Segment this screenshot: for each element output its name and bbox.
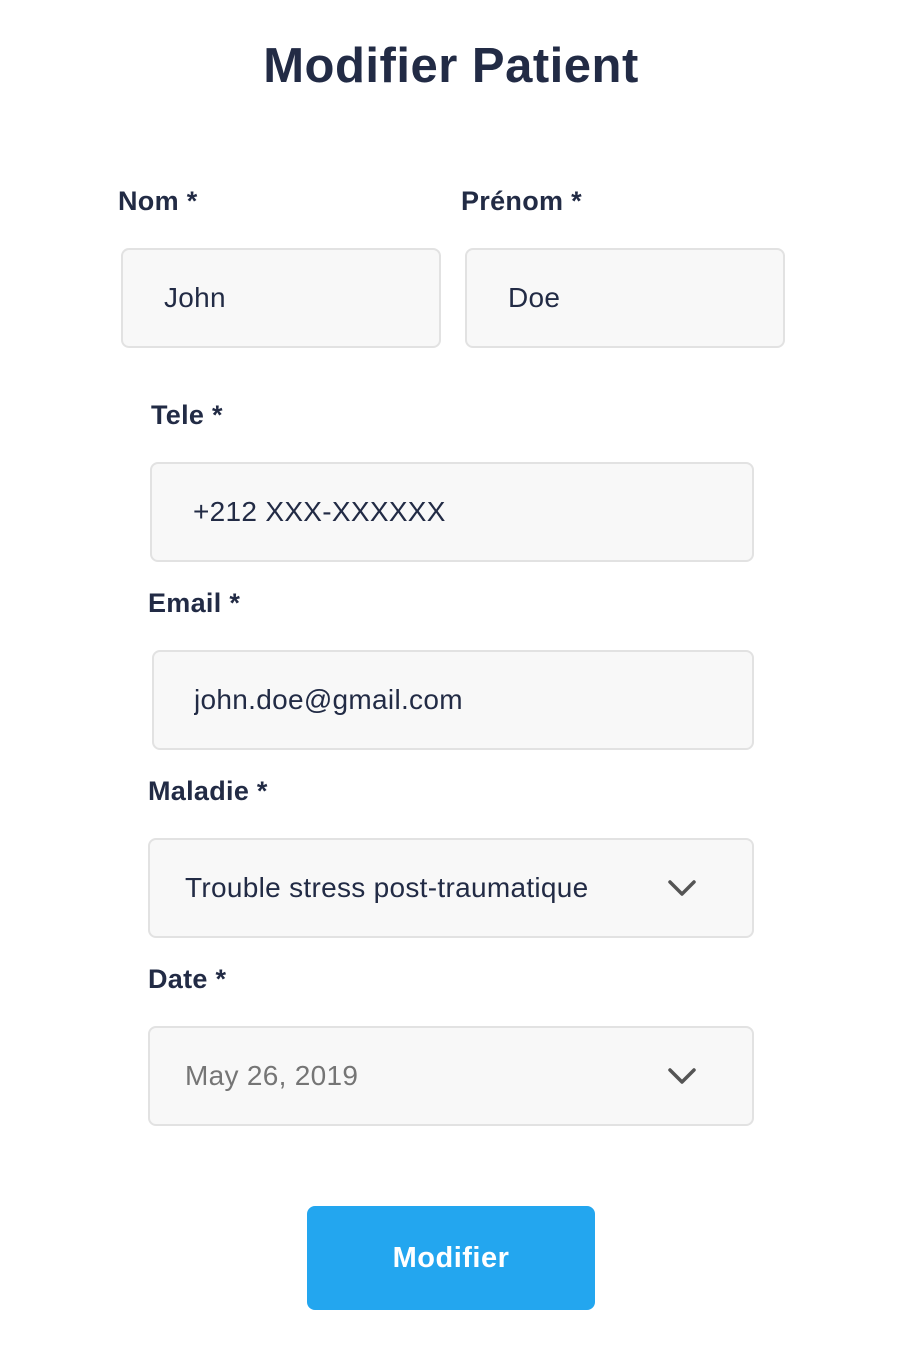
maladie-select[interactable]: Trouble stress post-traumatique [148, 838, 754, 938]
tele-label: Tele * [151, 400, 223, 430]
nom-label: Nom * [118, 186, 198, 216]
prenom-label: Prénom * [461, 186, 582, 216]
date-value: May 26, 2019 [185, 1060, 359, 1091]
tele-field[interactable]: +212 XXX-XXXXXX [150, 462, 754, 562]
email-field[interactable]: john.doe@gmail.com [152, 650, 754, 750]
maladie-value: Trouble stress post-traumatique [185, 872, 589, 903]
maladie-label: Maladie * [148, 776, 268, 806]
tele-value: +212 XXX-XXXXXX [193, 496, 446, 527]
prenom-value: Doe [508, 282, 561, 313]
chevron-down-icon[interactable] [662, 1056, 702, 1096]
date-label: Date * [148, 964, 227, 994]
modifier-button[interactable]: Modifier [307, 1206, 595, 1310]
email-label: Email * [148, 588, 241, 618]
date-picker[interactable]: May 26, 2019 [148, 1026, 754, 1126]
chevron-down-icon[interactable] [662, 868, 702, 908]
prenom-field[interactable]: Doe [465, 248, 785, 348]
nom-field[interactable]: John [121, 248, 441, 348]
email-value: john.doe@gmail.com [194, 684, 463, 715]
nom-value: John [164, 282, 226, 313]
page-title: Modifier Patient [263, 39, 639, 93]
